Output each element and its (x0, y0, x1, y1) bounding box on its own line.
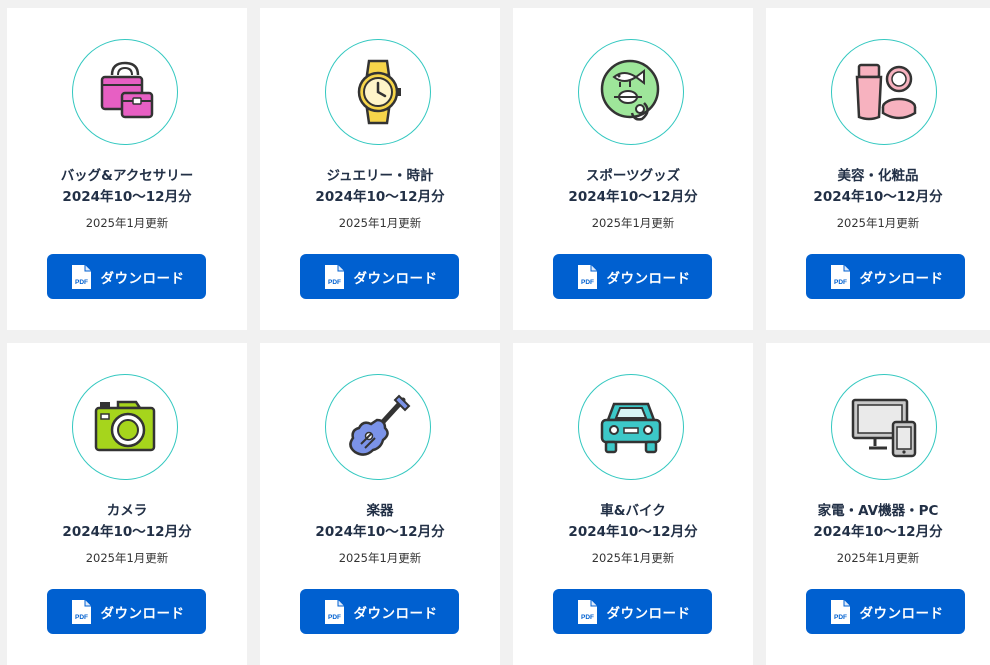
catalog-card-beauty: 美容・化粧品 2024年10〜12月分 2025年1月更新 PDF ダウンロード (766, 8, 990, 330)
pdf-file-icon: PDF (71, 599, 91, 624)
download-button[interactable]: PDF ダウンロード (300, 589, 459, 634)
category-title: バッグ&アクセサリー (60, 168, 194, 184)
pdf-file-icon: PDF (830, 599, 850, 624)
pdf-text: PDF (581, 614, 594, 621)
download-label: ダウンロード (606, 270, 691, 287)
updated-label: 2025年1月更新 (836, 551, 920, 565)
download-button[interactable]: PDF ダウンロード (806, 589, 965, 634)
guitar-icon (349, 394, 411, 456)
catalog-card-instruments: 楽器 2024年10〜12月分 2025年1月更新 PDF ダウンロード (260, 343, 500, 665)
category-title: ジュエリー・時計 (326, 168, 434, 184)
icon-circle (325, 39, 431, 145)
category-title: カメラ (106, 503, 148, 519)
monitor-tablet-icon (851, 398, 917, 458)
pdf-file-icon: PDF (577, 599, 597, 624)
download-button[interactable]: PDF ダウンロード (47, 589, 206, 634)
category-title: 車&バイク (600, 503, 666, 519)
cosmetics-icon (855, 63, 917, 121)
download-button[interactable]: PDF ダウンロード (806, 254, 965, 299)
icon-circle (831, 39, 937, 145)
fishing-lure-icon (600, 59, 660, 121)
download-button[interactable]: PDF ダウンロード (300, 254, 459, 299)
updated-label: 2025年1月更新 (591, 551, 675, 565)
category-title: 楽器 (366, 503, 394, 519)
pdf-file-icon: PDF (830, 264, 850, 289)
download-button[interactable]: PDF ダウンロード (47, 254, 206, 299)
pdf-file-icon: PDF (324, 264, 344, 289)
catalog-card-sports: スポーツグッズ 2024年10〜12月分 2025年1月更新 PDF ダウンロー… (513, 8, 753, 330)
wristwatch-icon (357, 59, 401, 125)
icon-circle (72, 39, 178, 145)
catalog-card-car-bike: 車&バイク 2024年10〜12月分 2025年1月更新 PDF ダウンロード (513, 343, 753, 665)
pdf-file-icon: PDF (324, 599, 344, 624)
pdf-text: PDF (328, 279, 341, 286)
handbag-icon (100, 61, 154, 119)
updated-label: 2025年1月更新 (338, 551, 422, 565)
icon-circle (831, 374, 937, 480)
catalog-card-jewelry: ジュエリー・時計 2024年10〜12月分 2025年1月更新 PDF ダウンロ… (260, 8, 500, 330)
updated-label: 2025年1月更新 (591, 216, 675, 230)
pdf-file-icon: PDF (71, 264, 91, 289)
pdf-file-icon: PDF (577, 264, 597, 289)
period-label: 2024年10〜12月分 (315, 189, 445, 205)
period-label: 2024年10〜12月分 (568, 189, 698, 205)
period-label: 2024年10〜12月分 (62, 524, 192, 540)
download-label: ダウンロード (859, 605, 944, 622)
download-label: ダウンロード (100, 270, 185, 287)
updated-label: 2025年1月更新 (85, 551, 169, 565)
car-icon (600, 402, 662, 454)
camera-icon (94, 400, 156, 452)
download-button[interactable]: PDF ダウンロード (553, 254, 712, 299)
download-label: ダウンロード (353, 605, 438, 622)
pdf-text: PDF (75, 279, 88, 286)
pdf-text: PDF (581, 279, 594, 286)
catalog-card-camera: カメラ 2024年10〜12月分 2025年1月更新 PDF ダウンロード (7, 343, 247, 665)
pdf-text: PDF (834, 279, 847, 286)
catalog-card-electronics: 家電・AV機器・PC 2024年10〜12月分 2025年1月更新 PDF ダウ… (766, 343, 990, 665)
pdf-text: PDF (328, 614, 341, 621)
updated-label: 2025年1月更新 (338, 216, 422, 230)
pdf-text: PDF (75, 614, 88, 621)
download-button[interactable]: PDF ダウンロード (553, 589, 712, 634)
period-label: 2024年10〜12月分 (568, 524, 698, 540)
icon-circle (578, 39, 684, 145)
period-label: 2024年10〜12月分 (813, 189, 943, 205)
period-label: 2024年10〜12月分 (813, 524, 943, 540)
category-title: 美容・化粧品 (837, 168, 919, 184)
period-label: 2024年10〜12月分 (62, 189, 192, 205)
catalog-card-bags: バッグ&アクセサリー 2024年10〜12月分 2025年1月更新 PDF ダウ… (7, 8, 247, 330)
download-label: ダウンロード (859, 270, 944, 287)
download-label: ダウンロード (353, 270, 438, 287)
pdf-text: PDF (834, 614, 847, 621)
updated-label: 2025年1月更新 (836, 216, 920, 230)
catalog-grid: バッグ&アクセサリー 2024年10〜12月分 2025年1月更新 PDF ダウ… (0, 0, 990, 665)
period-label: 2024年10〜12月分 (315, 524, 445, 540)
category-title: 家電・AV機器・PC (817, 503, 939, 519)
category-title: スポーツグッズ (585, 168, 681, 184)
icon-circle (72, 374, 178, 480)
icon-circle (325, 374, 431, 480)
download-label: ダウンロード (100, 605, 185, 622)
download-label: ダウンロード (606, 605, 691, 622)
updated-label: 2025年1月更新 (85, 216, 169, 230)
icon-circle (578, 374, 684, 480)
